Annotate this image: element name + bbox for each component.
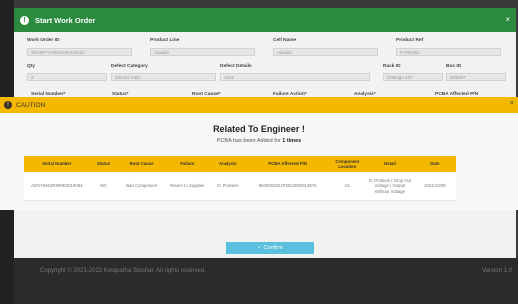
- caution-sub-count: 1 times: [282, 138, 302, 144]
- th-status: Status: [89, 156, 118, 172]
- close-icon[interactable]: ×: [505, 15, 510, 24]
- table-header-row: Serial Number Status Root Cause Failure …: [24, 156, 456, 172]
- qty-label: Qty: [27, 64, 35, 69]
- footer-copyright: Copyright © 2021-2022 Ketapatha Stochar.…: [40, 268, 206, 274]
- cell-serial-number: ADSY9404R909R2019064: [24, 172, 90, 201]
- qty-field[interactable]: 2: [27, 73, 107, 81]
- caution-title: CAUTION: [16, 101, 46, 109]
- table-row: ADSY9404R909R2019064 NG Bad Component Re…: [24, 172, 456, 201]
- product-ref-label: Product Ref: [396, 38, 424, 43]
- th-component-location: Component Location: [328, 156, 367, 172]
- th-pcba-affected: PCBA Affected P/N: [246, 156, 329, 172]
- product-ref-field[interactable]: FYNR401: [396, 48, 501, 56]
- caution-dialog: ! CAUTION × Related To Engineer ! PCBA h…: [0, 97, 518, 210]
- defect-details-label: Defect Details: [220, 64, 252, 69]
- cell-component-location: U1: [328, 172, 367, 201]
- cell-name-label: Cell Name: [273, 38, 297, 43]
- warning-icon: !: [4, 101, 12, 109]
- defect-category-field[interactable]: Electric Fails: [111, 73, 216, 81]
- confirm-button[interactable]: ✓ Confirm: [226, 242, 314, 254]
- footer-version: Version 1.0: [481, 268, 512, 274]
- rack-id-field[interactable]: Datkage 427: [383, 73, 443, 81]
- cell-date: 2024/10/09: [413, 172, 456, 201]
- caution-header: ! CAUTION: [0, 97, 518, 113]
- product-line-label: Product Line: [150, 38, 180, 43]
- th-serial-number: Serial Number: [24, 156, 90, 172]
- modal-header: ! Start Work Order: [14, 8, 516, 32]
- modal-title: Start Work Order: [35, 15, 96, 25]
- cell-failure: Return to Supplier: [166, 172, 209, 201]
- cell-name-field[interactable]: Aloadin: [273, 48, 378, 56]
- cell-analysis: IC Problem: [208, 172, 247, 201]
- th-failure: Failure: [166, 156, 209, 172]
- caution-close-icon[interactable]: ×: [510, 100, 514, 107]
- th-date: Date: [413, 156, 456, 172]
- cell-pcba-affected: 9840002021P2024050814976: [246, 172, 329, 201]
- cell-root-cause: Bad Component: [117, 172, 167, 201]
- defect-details-field[interactable]: 1001: [220, 73, 370, 81]
- th-root-cause: Root Cause: [117, 156, 167, 172]
- product-line-field[interactable]: Aloadin: [150, 48, 255, 56]
- rack-id-label: Rack ID: [383, 64, 401, 69]
- th-analysis: Analysis: [208, 156, 247, 172]
- caution-subtitle: PCBA has been Added for 1 times: [0, 138, 518, 144]
- page-background: [14, 258, 518, 304]
- work-order-id-label: Work Order ID: [27, 38, 60, 43]
- info-icon: !: [20, 15, 29, 25]
- confirm-label: Confirm: [263, 245, 283, 251]
- caution-heading: Related To Engineer !: [213, 124, 305, 134]
- cell-detail: IC Problem | Drop Out Voltage | Output W…: [366, 172, 414, 201]
- caution-sub-prefix: PCBA has been Added for: [216, 138, 281, 144]
- box-id-label: Box ID: [446, 64, 462, 69]
- defect-category-label: Defect Category: [111, 64, 148, 69]
- cell-status: NG: [89, 172, 118, 201]
- th-detail: Detail: [366, 156, 414, 172]
- engineer-table: Serial Number Status Root Cause Failure …: [24, 156, 456, 201]
- work-order-id-field[interactable]: 2024RTYYMK0290424022: [27, 48, 132, 56]
- box-id-field[interactable]: B28087: [446, 73, 506, 81]
